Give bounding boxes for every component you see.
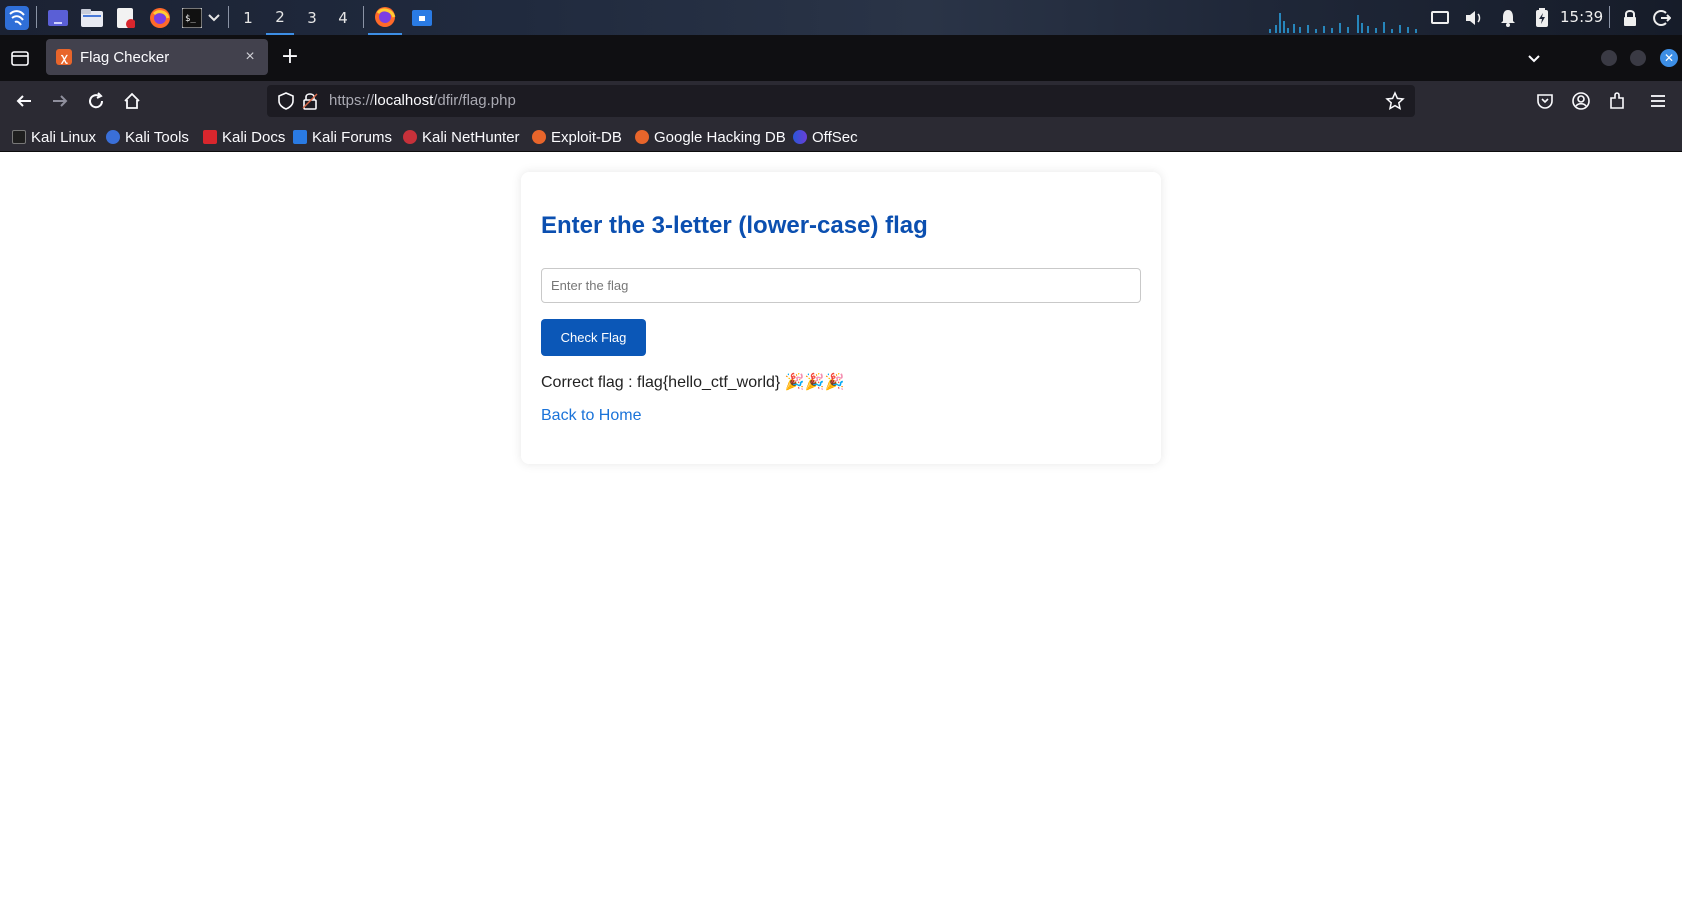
maximize-button[interactable] — [1630, 50, 1646, 66]
bookmark-kali-docs[interactable]: Kali Docs — [203, 127, 285, 147]
bookmark-kali-forums[interactable]: Kali Forums — [293, 127, 392, 147]
navigation-toolbar: https://localhost/dfir/flag.php — [0, 81, 1682, 121]
taskbar-window-icon[interactable] — [408, 0, 436, 35]
page-viewport: Enter the 3-letter (lower-case) flag Che… — [0, 152, 1682, 920]
ghdb-icon — [635, 130, 649, 144]
back-to-home-link[interactable]: Back to Home — [541, 407, 641, 425]
pocket-icon[interactable] — [1533, 89, 1557, 113]
workspace-1[interactable]: 1 — [234, 0, 262, 35]
workspace-3[interactable]: 3 — [298, 0, 326, 35]
chevron-down-icon[interactable] — [206, 0, 222, 35]
bookmark-star-icon[interactable] — [1385, 91, 1405, 111]
bookmark-label: Kali Tools — [125, 128, 189, 146]
notifications-bell-icon[interactable] — [1496, 0, 1520, 35]
new-tab-button[interactable]: + — [278, 46, 302, 70]
bookmark-label: Kali Linux — [31, 128, 97, 146]
bookmark-label: OffSec — [812, 128, 858, 146]
volume-icon[interactable] — [1462, 0, 1486, 35]
kali-tools-icon — [106, 130, 120, 144]
lock-screen-icon[interactable] — [1618, 0, 1642, 35]
svg-text:$_: $_ — [185, 14, 196, 24]
home-icon[interactable] — [120, 89, 144, 113]
nethunter-icon — [403, 130, 417, 144]
bookmark-label: Exploit-DB — [551, 128, 622, 146]
page-title: Enter the 3-letter (lower-case) flag — [541, 212, 928, 239]
bookmark-label: Kali NetHunter — [422, 128, 520, 146]
clock[interactable]: 15:39 — [1560, 0, 1603, 35]
check-flag-button[interactable]: Check Flag — [541, 319, 646, 356]
reload-icon[interactable] — [84, 89, 108, 113]
tab-close-icon[interactable]: × — [240, 47, 260, 67]
kali-dragon-icon — [12, 130, 26, 144]
url-host: localhost — [374, 92, 434, 109]
url-bar[interactable]: https://localhost/dfir/flag.php — [267, 85, 1415, 117]
battery-charging-icon[interactable] — [1530, 0, 1554, 35]
account-icon[interactable] — [1569, 89, 1593, 113]
close-window-button[interactable]: ✕ — [1660, 49, 1678, 67]
workspace-4[interactable]: 4 — [329, 0, 357, 35]
extensions-icon[interactable] — [1605, 89, 1629, 113]
kali-forums-icon — [293, 130, 307, 144]
display-icon[interactable] — [1428, 0, 1452, 35]
firefox-view-icon[interactable] — [10, 48, 30, 68]
kali-docs-icon — [203, 130, 217, 144]
firefox-launcher-icon[interactable] — [148, 0, 172, 35]
system-panel: $_ 1 2 3 4 15:39 — [0, 0, 1682, 35]
bookmark-label: Kali Docs — [222, 128, 286, 146]
tracking-protection-shield-icon[interactable] — [277, 92, 295, 110]
file-manager-icon[interactable] — [80, 0, 104, 35]
workspace-2[interactable]: 2 — [266, 0, 294, 35]
bookmark-kali-nethunter[interactable]: Kali NetHunter — [403, 127, 520, 147]
bookmark-label: Google Hacking DB — [654, 128, 786, 146]
forward-arrow-icon[interactable] — [48, 89, 72, 113]
bookmark-offsec[interactable]: OffSec — [793, 127, 858, 147]
list-all-tabs-icon[interactable] — [1523, 47, 1545, 69]
url-text[interactable]: https://localhost/dfir/flag.php — [329, 92, 516, 109]
hamburger-menu-icon[interactable] — [1646, 89, 1670, 113]
desktop-icon[interactable] — [46, 0, 70, 35]
url-path: /dfir/flag.php — [433, 92, 516, 109]
taskbar-firefox-icon[interactable] — [368, 0, 402, 35]
bookmark-kali-linux[interactable]: Kali Linux — [12, 127, 96, 147]
network-activity-graph — [1268, 0, 1420, 35]
browser-tab-bar: ꭓ Flag Checker × + ✕ — [0, 35, 1682, 81]
tab-flag-checker[interactable]: ꭓ Flag Checker × — [46, 39, 268, 75]
flag-checker-card: Enter the 3-letter (lower-case) flag Che… — [521, 172, 1161, 464]
bookmark-kali-tools[interactable]: Kali Tools — [106, 127, 189, 147]
minimize-button[interactable] — [1601, 50, 1617, 66]
flag-input[interactable] — [541, 268, 1141, 303]
logout-icon[interactable] — [1650, 0, 1674, 35]
xampp-favicon-icon: ꭓ — [56, 49, 72, 65]
url-scheme: https:// — [329, 92, 375, 109]
text-editor-icon[interactable] — [114, 0, 138, 35]
bookmarks-toolbar: Kali Linux Kali Tools Kali Docs Kali For… — [0, 121, 1682, 152]
back-arrow-icon[interactable] — [12, 89, 36, 113]
kali-menu-icon[interactable] — [4, 0, 30, 35]
bookmark-google-hacking-db[interactable]: Google Hacking DB — [635, 127, 786, 147]
terminal-icon[interactable]: $_ — [180, 0, 204, 35]
exploit-db-icon — [532, 130, 546, 144]
bookmark-exploit-db[interactable]: Exploit-DB — [532, 127, 622, 147]
bookmark-label: Kali Forums — [312, 128, 393, 146]
result-message: Correct flag : flag{hello_ctf_world} 🎉🎉🎉 — [541, 374, 845, 391]
tab-title: Flag Checker — [80, 48, 170, 66]
offsec-icon — [793, 130, 807, 144]
site-lock-icon[interactable] — [301, 92, 319, 110]
